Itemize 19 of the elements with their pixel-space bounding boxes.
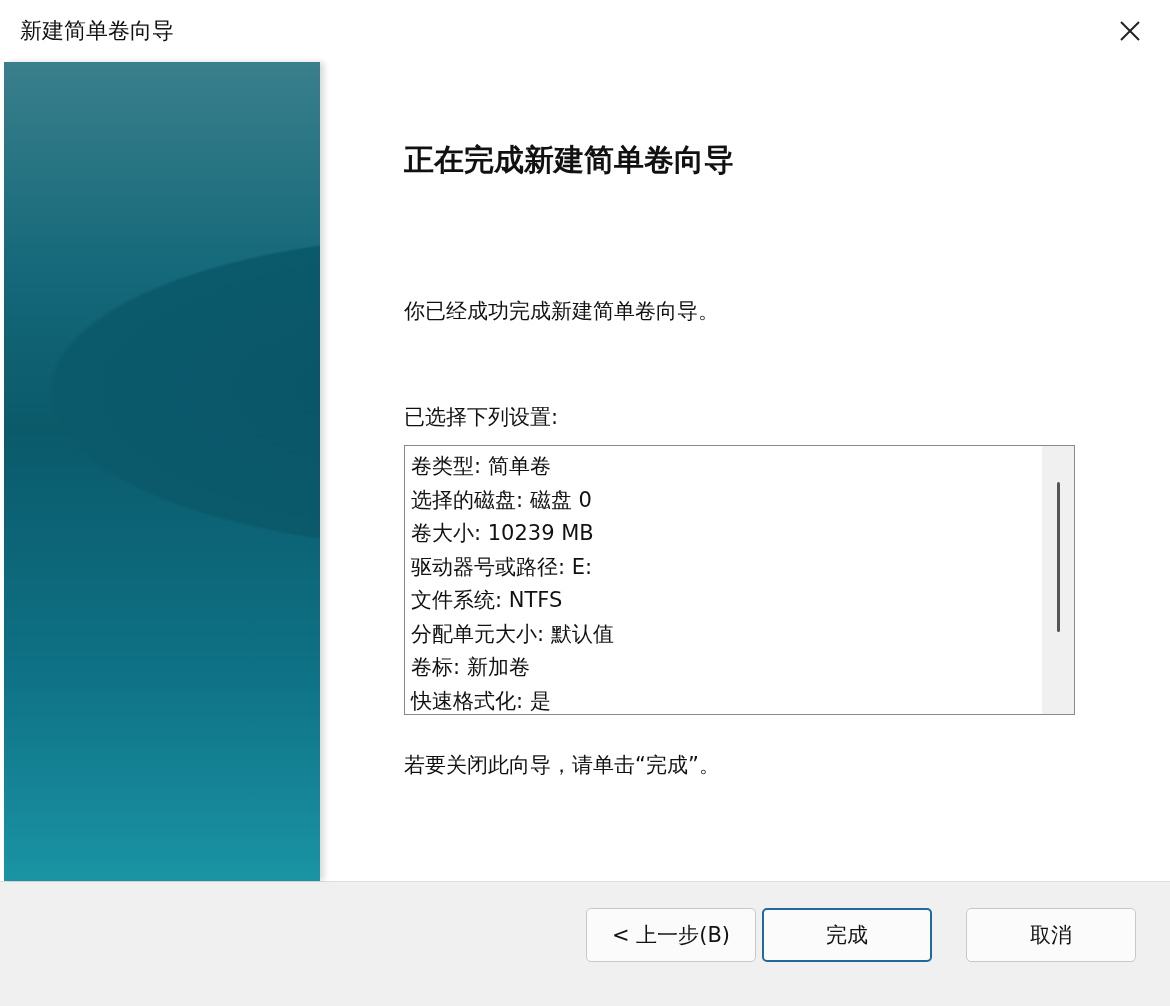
close-icon [1119, 20, 1141, 42]
setting-line: 文件系统: NTFS [411, 587, 564, 614]
setting-line: 快速格式化: 是 [411, 687, 552, 714]
setting-line: 分配单元大小: 默认值 [411, 620, 615, 648]
finish-button[interactable]: 完成 [762, 908, 932, 962]
setting-line: 卷大小: 10239 MB [411, 520, 595, 547]
scrollbar-thumb[interactable] [1056, 482, 1060, 632]
window-title: 新建简单卷向导 [20, 17, 174, 45]
setting-line: 选择的磁盘: 磁盘 0 [411, 486, 593, 514]
cancel-button[interactable]: 取消 [966, 908, 1136, 962]
intro-text: 你已经成功完成新建简单卷向导。 [404, 298, 720, 325]
scrollbar[interactable] [1042, 446, 1074, 714]
setting-line: 卷类型: 简单卷 [411, 453, 552, 480]
settings-label: 已选择下列设置: [404, 404, 560, 431]
setting-line: 卷标: 新加卷 [411, 654, 531, 681]
back-button[interactable]: < 上一步(B) [586, 908, 756, 962]
setting-line: 驱动器号或路径: E: [411, 553, 594, 581]
wizard-heading: 正在完成新建简单卷向导 [404, 141, 735, 179]
closing-note: 若要关闭此向导，请单击“完成”。 [404, 752, 721, 779]
